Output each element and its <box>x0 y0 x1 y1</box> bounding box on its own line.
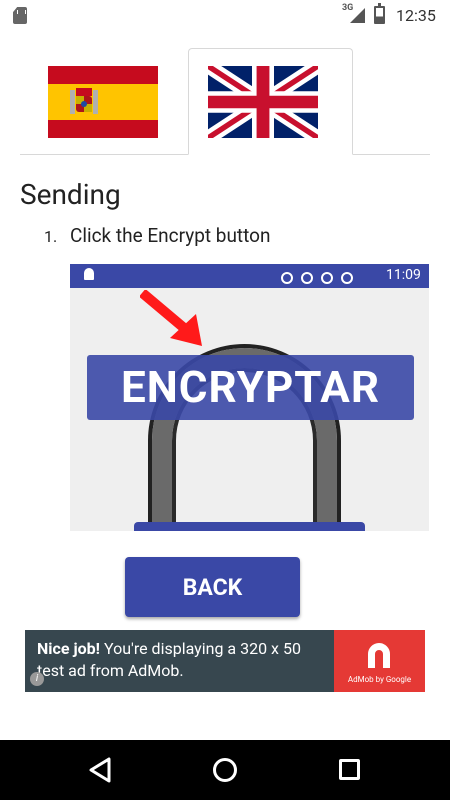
block-icon <box>281 272 293 284</box>
nav-bar <box>0 740 450 800</box>
step-text: Click the Encrypt button <box>70 224 271 247</box>
uk-flag-icon <box>208 66 318 138</box>
signal-icon <box>350 8 365 23</box>
padlock-body <box>134 522 365 531</box>
ad-headline: Nice job! <box>37 639 100 658</box>
ad-text: Nice job! You're displaying a 320 x 50 t… <box>37 638 332 682</box>
nav-home-icon[interactable] <box>213 758 237 782</box>
battery-icon <box>374 3 385 24</box>
nav-back-icon[interactable] <box>88 757 112 783</box>
red-arrow-icon <box>140 290 202 346</box>
battery-charging-icon <box>341 272 353 284</box>
example-encrypt-label: ENCRYPTAR <box>120 361 381 413</box>
tab-english[interactable] <box>188 48 353 155</box>
admob-mark-icon <box>368 643 390 668</box>
example-status-bar: 11:09 <box>70 264 429 288</box>
example-status-icons <box>281 269 371 284</box>
step-number: 1. <box>44 227 58 246</box>
section-title: Sending <box>20 178 121 211</box>
status-bar: 3G 12:35 <box>0 0 450 30</box>
spain-flag-icon <box>48 66 158 138</box>
back-button[interactable]: BACK <box>125 557 300 617</box>
example-screenshot: 11:09 ENCRYPTAR <box>70 264 429 531</box>
status-clock: 12:35 <box>396 6 436 25</box>
admob-brand-label: AdMob by Google <box>347 675 412 684</box>
ad-banner[interactable]: Nice job! You're displaying a 320 x 50 t… <box>25 630 425 692</box>
wifi-icon <box>321 272 333 284</box>
language-tabs <box>20 48 430 155</box>
example-encrypt-button: ENCRYPTAR <box>87 355 414 420</box>
alarm-icon <box>301 272 313 284</box>
admob-logo: AdMob by Google <box>334 630 425 692</box>
ad-info-icon[interactable]: i <box>30 672 44 686</box>
tab-spanish[interactable] <box>20 48 185 154</box>
sd-card-icon <box>13 7 27 24</box>
nav-recents-icon[interactable] <box>339 759 360 780</box>
step-item: 1. Click the Encrypt button <box>44 224 271 247</box>
example-clock: 11:09 <box>386 267 421 283</box>
android-icon <box>84 268 94 280</box>
